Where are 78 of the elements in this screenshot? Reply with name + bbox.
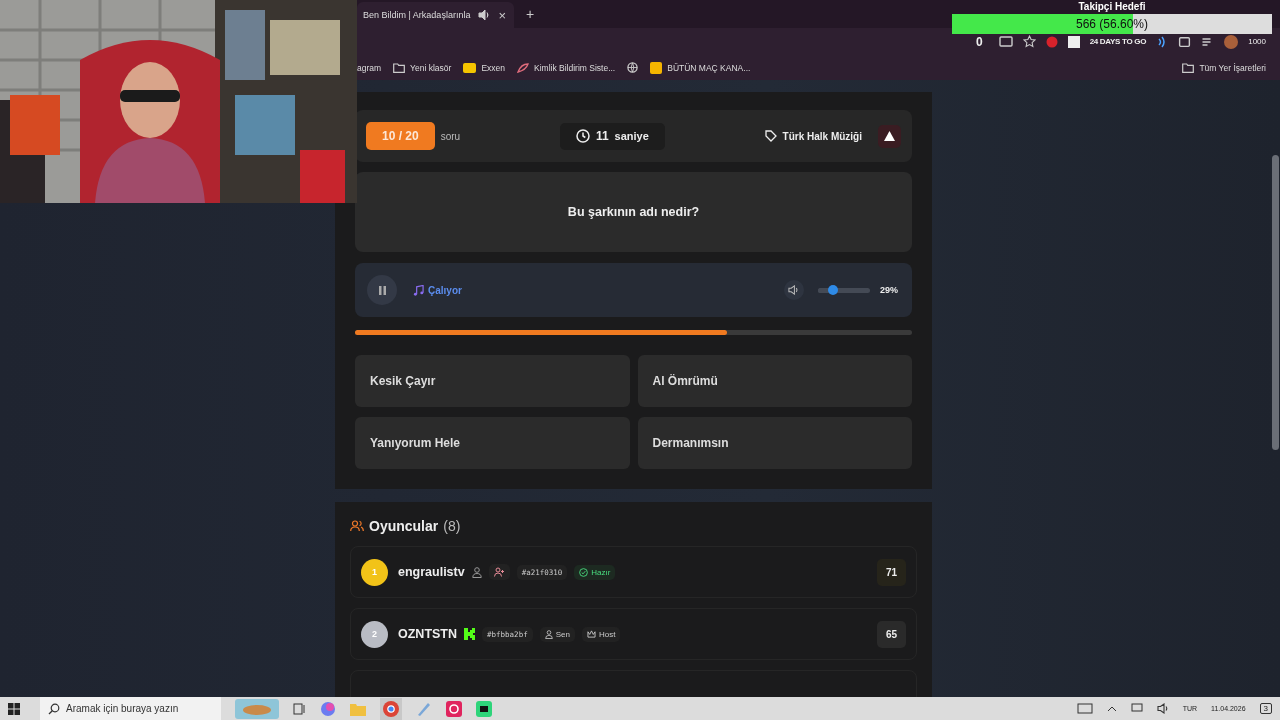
bookmark[interactable]: agram [357, 62, 382, 73]
rank-badge: 1 [361, 558, 388, 586]
player-name: OZNTSTN [398, 627, 458, 641]
speaker-icon[interactable] [1156, 703, 1169, 714]
question-counter: 10 / 20 [366, 122, 435, 150]
clock-icon [575, 129, 590, 143]
volume-slider[interactable] [818, 287, 870, 293]
players-count: (8) [443, 518, 461, 534]
browser-tab[interactable]: Ben Bildim | Arkadaşlarınla × [357, 2, 514, 28]
new-tab-button[interactable]: + [526, 6, 535, 22]
host-badge: Host [581, 626, 621, 642]
pause-icon [378, 285, 386, 295]
pause-button[interactable] [367, 275, 397, 305]
countdown-text: 24 DAYS TO GO [1089, 37, 1147, 46]
chevron-up-icon[interactable] [1106, 705, 1117, 712]
ready-status: Hazır [574, 564, 616, 580]
answer-option[interactable]: Kesik Çayır [355, 355, 630, 407]
music-note-icon [413, 284, 424, 296]
keyboard-icon[interactable] [1076, 703, 1093, 714]
answer-option[interactable]: Yanıyorum Hele [355, 417, 630, 469]
add-friend-button[interactable] [488, 564, 510, 580]
players-title: Oyuncular [369, 518, 439, 534]
bookmark[interactable]: Kimlik Bildirim Siste... [517, 62, 616, 73]
windows-logo-icon[interactable] [8, 702, 20, 715]
bookmark[interactable]: Exxen [463, 62, 505, 73]
speaker-icon [788, 285, 800, 295]
question-text: Bu şarkının adı nedir? [567, 205, 700, 219]
star-icon[interactable] [1022, 35, 1036, 48]
score-badge: 71 [876, 558, 906, 586]
crown-icon [586, 630, 596, 638]
feather-icon [517, 62, 529, 73]
platform-logo-icon [464, 628, 476, 640]
volume-reading: 29% [880, 285, 898, 295]
users-icon [350, 520, 364, 532]
notification-button[interactable]: 3 [1259, 703, 1272, 714]
points-text: 1000 [1248, 37, 1266, 46]
rank-badge: 2 [361, 620, 388, 648]
search-field[interactable]: Aramak için buraya yazın [40, 697, 221, 720]
volume-button[interactable] [784, 280, 804, 300]
check-circle-icon [579, 567, 589, 577]
bookmark[interactable]: Yeni klasör [393, 62, 452, 73]
tag-icon [764, 130, 777, 142]
folder-icon [393, 62, 406, 73]
counter-label: soru [440, 130, 461, 142]
category-label: Türk Halk Müziği [782, 130, 862, 142]
score-badge: 65 [876, 620, 906, 648]
report-button[interactable] [878, 124, 901, 148]
network-icon[interactable] [1130, 703, 1143, 714]
user-icon[interactable] [471, 566, 482, 578]
bookmark[interactable]: BÜTÜN MAÇ KANA... [650, 61, 751, 74]
bookmark-logo-icon [463, 62, 477, 73]
app-icon[interactable] [476, 700, 492, 717]
you-badge: Sen [539, 626, 575, 642]
timer-unit: saniye [614, 130, 649, 142]
bookmark[interactable] [627, 62, 639, 73]
speaker-icon [478, 9, 491, 21]
user-icon [544, 629, 553, 639]
browser-icon[interactable] [383, 700, 399, 717]
timer-value: 11 [595, 129, 609, 143]
extension-icon[interactable] [1067, 35, 1080, 48]
player-name: engraulistv [398, 565, 465, 579]
search-icon [48, 703, 60, 715]
answer-option[interactable]: Al Ömrümü [637, 355, 912, 407]
answer-option[interactable]: Dermanımsın [637, 417, 912, 469]
puzzle-icon[interactable] [1178, 35, 1192, 48]
avatar-icon[interactable] [1224, 34, 1239, 49]
globe-icon [627, 62, 639, 73]
warning-icon [884, 131, 895, 141]
counter-text: 0 [975, 34, 983, 49]
cast-icon[interactable] [998, 35, 1013, 48]
bookmark[interactable]: Tüm Yer İşaretleri [1182, 62, 1266, 73]
bookmark-logo-icon [650, 61, 663, 74]
close-tab-button[interactable]: × [498, 7, 506, 23]
folder-icon [1182, 62, 1195, 73]
goal-title: Takipçi Hedefi [1078, 0, 1146, 14]
playback-status: Çalıyor [428, 284, 462, 296]
task-view-icon[interactable] [293, 702, 306, 715]
add-user-icon [493, 567, 505, 577]
